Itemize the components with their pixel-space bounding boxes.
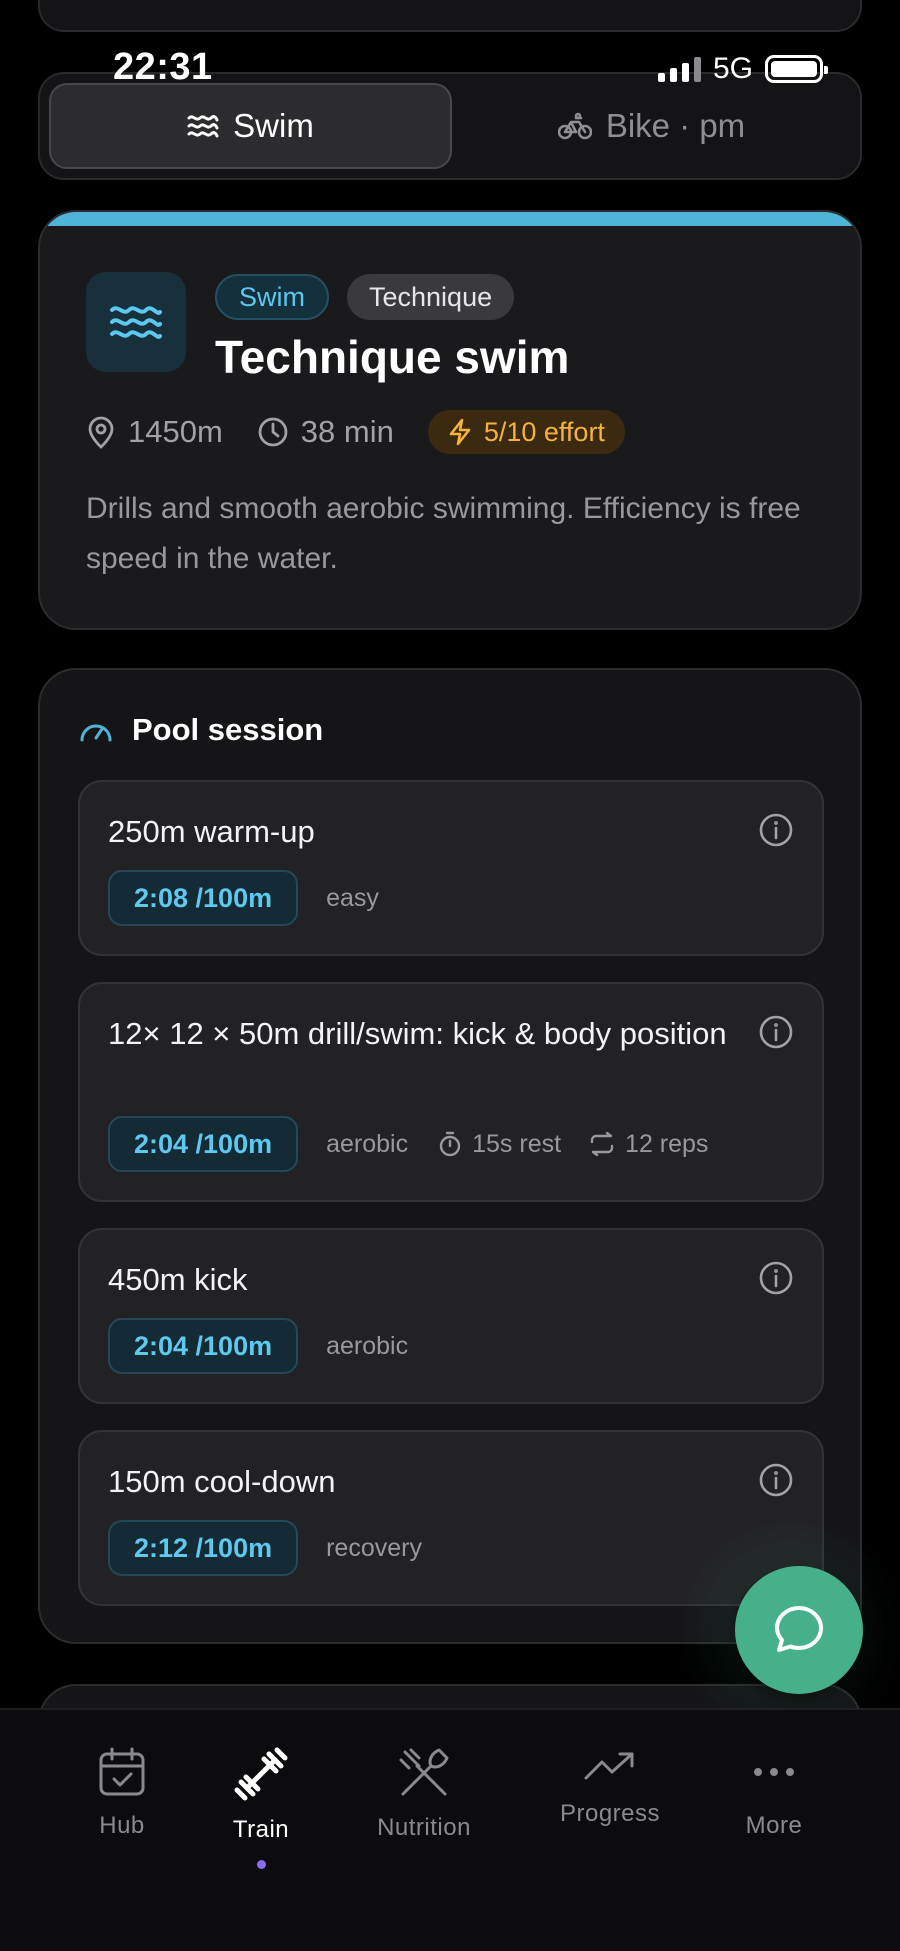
pace-badge: 2:04 /100m: [108, 1116, 299, 1172]
workout-description: Drills and smooth aerobic swimming. Effi…: [86, 492, 801, 575]
nav-label: More: [745, 1812, 803, 1839]
nav-item-progress[interactable]: Progress: [530, 1746, 690, 1828]
pace-badge: 2:12 /100m: [108, 1520, 299, 1576]
reps-value: 12 reps: [625, 1129, 709, 1158]
info-icon[interactable]: [758, 1260, 794, 1296]
gauge-icon: [80, 724, 112, 742]
bottom-nav: Hub Train Nutrition Progress More: [0, 1708, 900, 1951]
previous-card-edge: [38, 0, 862, 32]
effort-badge: 5/10 effort: [427, 410, 625, 454]
zone-label: easy: [326, 883, 379, 912]
chat-bubble-icon: [775, 1606, 823, 1652]
battery-icon: [765, 55, 828, 83]
tab-swim-label: Swim: [233, 107, 314, 144]
chat-fab-button[interactable]: [735, 1566, 863, 1694]
nav-label: Hub: [99, 1812, 145, 1839]
info-icon[interactable]: [758, 1014, 794, 1050]
status-time: 22:31: [113, 46, 213, 88]
duration-meta: 38 min: [257, 414, 394, 450]
tab-swim[interactable]: Swim: [49, 83, 452, 169]
tab-bike-label: Bike · pm: [605, 107, 746, 144]
tag-technique: Technique: [347, 274, 515, 320]
bicycle-icon: [557, 112, 592, 140]
signal-icon: [657, 56, 701, 82]
interval-pace-row: 2:04 /100m aerobic: [108, 1318, 438, 1374]
reps-meta: 12 reps: [589, 1130, 708, 1159]
session-header: Pool session: [78, 712, 323, 748]
rest-meta: 15s rest: [438, 1130, 561, 1159]
stopwatch-icon: [439, 1131, 461, 1157]
more-dots-icon: [754, 1768, 794, 1776]
interval-name: 12× 12 × 50m drill/swim: kick & body pos…: [108, 1016, 727, 1051]
location-pin-icon: [88, 416, 114, 449]
workout-meta: 1450m 38 min 5/10 effort: [86, 410, 625, 454]
swim-badge: [86, 272, 186, 372]
status-bar: 22:31 5G: [0, 38, 900, 94]
interval-card[interactable]: 450m kick 2:04 /100m aerobic: [78, 1228, 824, 1404]
nav-label: Train: [232, 1816, 290, 1843]
tag-swim: Swim: [215, 274, 329, 320]
interval-name: 250m warm-up: [108, 814, 315, 849]
interval-name: 150m cool-down: [108, 1464, 336, 1499]
active-indicator: [256, 1860, 266, 1869]
pace-badge: 2:08 /100m: [108, 870, 299, 926]
workout-tags: Swim Technique: [215, 274, 515, 320]
trend-up-icon: [584, 1752, 634, 1780]
nav-item-hub[interactable]: Hub: [42, 1746, 202, 1840]
interval-card[interactable]: 12× 12 × 50m drill/swim: kick & body pos…: [78, 982, 824, 1202]
pace-badge: 2:04 /100m: [108, 1318, 299, 1374]
discipline-accent-bar: [40, 212, 860, 226]
pool-session-card: Pool session 250m warm-up 2:08 /100m eas…: [38, 668, 862, 1644]
duration-value: 38 min: [300, 414, 394, 449]
calendar-icon: [99, 1747, 145, 1796]
nav-item-more[interactable]: More: [694, 1746, 854, 1840]
network-type: 5G: [712, 52, 753, 85]
waves-icon: [187, 115, 219, 138]
waves-icon: [110, 306, 162, 339]
nav-item-nutrition[interactable]: Nutrition: [344, 1746, 504, 1842]
lightning-icon: [449, 418, 471, 446]
interval-card[interactable]: 250m warm-up 2:08 /100m easy: [78, 780, 824, 956]
interval-pace-row: 2:04 /100m aerobic 15s rest 12 reps: [108, 1116, 736, 1172]
effort-value: 5/10 effort: [483, 416, 605, 447]
workout-summary-card: Swim Technique Technique swim 1450m 38 m…: [38, 210, 862, 630]
interval-name: 450m kick: [108, 1262, 248, 1297]
rest-value: 15s rest: [472, 1129, 562, 1158]
zone-label: recovery: [326, 1533, 422, 1562]
utensils-icon: [399, 1748, 449, 1796]
info-icon[interactable]: [758, 812, 794, 848]
tab-bike[interactable]: Bike · pm: [452, 83, 851, 169]
interval-pace-row: 2:08 /100m easy: [108, 870, 409, 926]
distance-value: 1450m: [128, 414, 223, 449]
clock-icon: [258, 417, 288, 447]
distance-meta: 1450m: [86, 414, 223, 450]
interval-pace-row: 2:12 /100m recovery: [108, 1520, 452, 1576]
repeat-icon: [590, 1132, 614, 1156]
workout-title: Technique swim: [215, 331, 570, 383]
dumbbell-icon: [234, 1747, 288, 1801]
status-indicators: 5G: [657, 52, 828, 86]
nav-item-train[interactable]: Train: [181, 1746, 341, 1869]
zone-label: aerobic: [326, 1331, 409, 1360]
session-title: Pool session: [132, 712, 324, 747]
nav-label: Progress: [559, 1800, 661, 1827]
nav-label: Nutrition: [377, 1814, 471, 1841]
zone-label: aerobic: [326, 1129, 409, 1158]
info-icon[interactable]: [758, 1462, 794, 1498]
